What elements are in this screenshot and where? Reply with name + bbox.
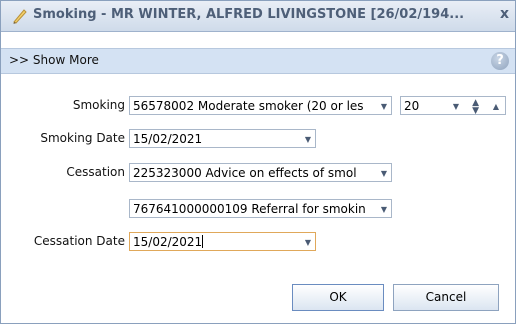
cessation-date-picker[interactable]: 15/02/2021 ▼	[129, 232, 316, 251]
smoking-value: 56578002 Moderate smoker (20 or les	[133, 99, 364, 113]
smoking-date-label: Smoking Date	[40, 131, 125, 145]
smoking-date-value: 15/02/2021	[133, 132, 203, 146]
chevron-down-icon[interactable]: ▼	[381, 164, 387, 183]
cessation-date-label: Cessation Date	[33, 234, 125, 248]
chevron-down-icon[interactable]: ▼	[381, 97, 387, 116]
cessation-select-1[interactable]: 225323000 Advice on effects of smol ▼	[129, 163, 392, 182]
chevron-down-icon[interactable]: ▼	[305, 233, 311, 252]
smoking-label: Smoking	[72, 98, 125, 112]
chevron-down-icon[interactable]: ▼	[381, 200, 387, 219]
cessation-label: Cessation	[66, 165, 125, 179]
spinner-up-icon[interactable]: ▲	[493, 97, 499, 116]
cessation-value-1: 225323000 Advice on effects of smol	[133, 166, 357, 180]
cessation-date-value: 15/02/2021	[133, 235, 203, 249]
show-more-link[interactable]: >> Show More	[9, 53, 99, 67]
cancel-button[interactable]: Cancel	[393, 284, 499, 311]
pencil-icon	[13, 9, 27, 24]
spinner-updown-icon[interactable]: ▲ ▼	[472, 99, 479, 116]
help-icon[interactable]: ?	[491, 52, 509, 70]
title-bar[interactable]: Smoking - MR WINTER, ALFRED LIVINGSTONE …	[1, 1, 515, 32]
ok-button[interactable]: OK	[292, 284, 384, 311]
cessation-value-2: 767641000000109 Referral for smokin	[133, 202, 366, 216]
chevron-down-icon[interactable]: ▼	[305, 130, 311, 149]
smoking-select[interactable]: 56578002 Moderate smoker (20 or les ▼	[129, 96, 392, 115]
window-title: Smoking - MR WINTER, ALFRED LIVINGSTONE …	[33, 7, 465, 22]
close-icon[interactable]: x	[500, 6, 509, 22]
cessation-select-2[interactable]: 767641000000109 Referral for smokin ▼	[129, 199, 392, 218]
text-caret	[202, 235, 204, 248]
chevron-down-icon[interactable]: ▼	[453, 97, 459, 116]
show-more-bar[interactable]: >> Show More ?	[1, 48, 515, 74]
smoking-dialog: Smoking - MR WINTER, ALFRED LIVINGSTONE …	[0, 0, 516, 324]
smoking-qty-select[interactable]: 20 ▼ ▲ ▼ ▲	[400, 96, 506, 116]
smoking-date-picker[interactable]: 15/02/2021 ▼	[129, 129, 316, 148]
